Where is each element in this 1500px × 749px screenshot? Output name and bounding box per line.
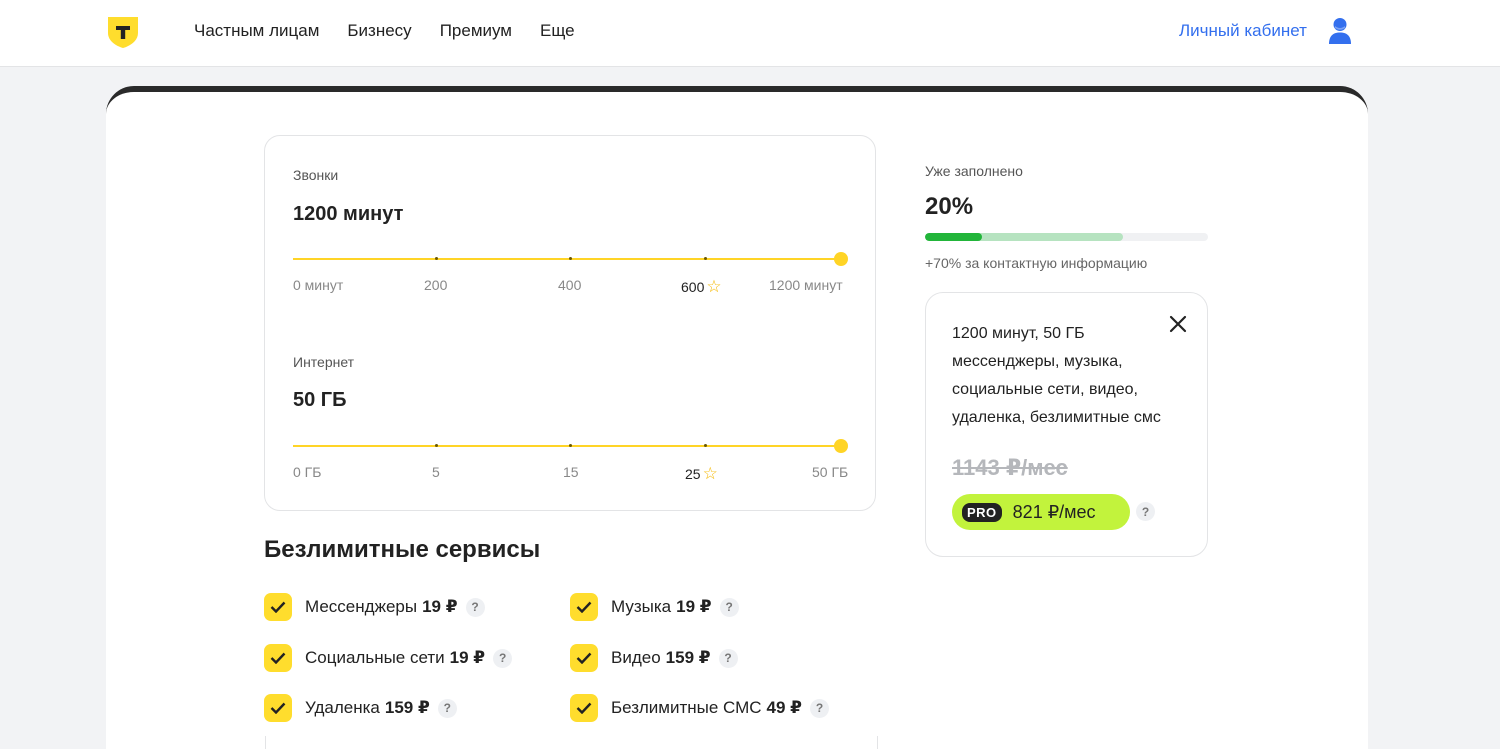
check-icon bbox=[270, 601, 286, 613]
help-icon[interactable]: ? bbox=[437, 698, 457, 718]
service-item-messengers: Мессенджеры 19 ₽ ? bbox=[264, 593, 485, 621]
calls-slider[interactable] bbox=[293, 252, 848, 266]
profile-progress-hint: +70% за контактную информацию bbox=[925, 255, 1148, 271]
summary-line: социальные сети, видео, bbox=[952, 381, 1138, 398]
calls-slider-tick bbox=[435, 257, 438, 260]
service-price: 159 ₽ bbox=[665, 648, 711, 667]
summary-line: мессенджеры, музыка, bbox=[952, 353, 1123, 370]
internet-slider-tick bbox=[704, 444, 707, 447]
tariff-sliders-panel: Звонки 1200 минут 0 минут 200 400 600 ☆ 1… bbox=[264, 135, 876, 511]
star-icon: ☆ bbox=[702, 464, 718, 483]
personal-account-link[interactable]: Личный кабинет bbox=[1179, 21, 1307, 41]
calls-slider-tick bbox=[704, 257, 707, 260]
internet-tick-label[interactable]: 5 bbox=[432, 464, 440, 480]
calls-value: 1200 минут bbox=[293, 203, 404, 225]
calls-slider-handle[interactable] bbox=[834, 252, 848, 266]
service-price: 19 ₽ bbox=[676, 597, 712, 616]
star-icon: ☆ bbox=[706, 277, 722, 296]
calls-tick-label[interactable]: 400 bbox=[558, 277, 581, 293]
calls-tick-label[interactable]: 200 bbox=[424, 277, 447, 293]
top-header: Частным лицам Бизнесу Премиум Еще Личный… bbox=[0, 0, 1500, 67]
pro-price-pill[interactable]: PRO 821 ₽/мес bbox=[952, 494, 1130, 530]
service-price: 19 ₽ bbox=[449, 648, 486, 667]
internet-slider[interactable] bbox=[293, 439, 848, 453]
nav-item-business[interactable]: Бизнесу bbox=[347, 21, 411, 41]
internet-tick-label[interactable]: 15 bbox=[563, 464, 579, 480]
internet-slider-handle[interactable] bbox=[834, 439, 848, 453]
check-icon bbox=[270, 702, 286, 714]
calls-tick-label[interactable]: 0 минут bbox=[293, 277, 343, 293]
service-name: Безлимитные СМС bbox=[611, 698, 762, 717]
nav-item-premium[interactable]: Премиум bbox=[440, 21, 512, 41]
close-icon[interactable] bbox=[1167, 313, 1189, 335]
service-price: 49 ₽ bbox=[766, 698, 803, 717]
nav-item-private[interactable]: Частным лицам bbox=[194, 21, 319, 41]
check-icon bbox=[270, 652, 286, 664]
internet-slider-tick bbox=[435, 444, 438, 447]
help-icon[interactable]: ? bbox=[810, 698, 830, 718]
summary-line: удаленка, безлимитные смс bbox=[952, 409, 1161, 426]
service-name: Удаленка bbox=[305, 698, 380, 717]
internet-tick-label[interactable]: 0 ГБ bbox=[293, 464, 321, 480]
profile-filled-label: Уже заполнено bbox=[925, 163, 1023, 179]
bank-logo-icon[interactable] bbox=[106, 15, 140, 49]
service-name: Музыка bbox=[611, 597, 672, 616]
service-item-video: Видео 159 ₽ ? bbox=[570, 644, 738, 672]
tariff-summary-text: 1200 минут, 50 ГБ мессенджеры, музыка, с… bbox=[952, 320, 1184, 432]
calls-slider-tick bbox=[569, 257, 572, 260]
internet-label: Интернет bbox=[293, 354, 355, 370]
service-item-sms: Безлимитные СМС 49 ₽ ? bbox=[570, 694, 830, 722]
help-icon[interactable]: ? bbox=[1136, 502, 1155, 521]
internet-value: 50 ГБ bbox=[293, 389, 347, 411]
help-icon[interactable]: ? bbox=[465, 597, 485, 617]
summary-line: 1200 минут, 50 ГБ bbox=[952, 325, 1085, 342]
checkbox-checked[interactable] bbox=[570, 593, 598, 621]
checkbox-checked[interactable] bbox=[570, 644, 598, 672]
service-name: Мессенджеры bbox=[305, 597, 418, 616]
service-price: 19 ₽ bbox=[422, 597, 458, 616]
service-item-remote-work: Удаленка 159 ₽ ? bbox=[264, 694, 457, 722]
profile-progress-bar bbox=[925, 233, 1208, 241]
service-name: Видео bbox=[611, 648, 661, 667]
internet-slider-tick bbox=[569, 444, 572, 447]
service-name: Социальные сети bbox=[305, 648, 445, 667]
service-item-social: Социальные сети 19 ₽ ? bbox=[264, 644, 513, 672]
checkbox-checked[interactable] bbox=[264, 593, 292, 621]
check-icon bbox=[576, 702, 592, 714]
user-icon[interactable] bbox=[1328, 17, 1352, 45]
calls-tick-label-recommended[interactable]: 600 ☆ bbox=[681, 277, 722, 297]
nav-item-more[interactable]: Еще bbox=[540, 21, 575, 41]
calls-tick-label[interactable]: 1200 минут bbox=[769, 277, 843, 293]
internet-tick-label-recommended[interactable]: 25 ☆ bbox=[685, 464, 718, 484]
service-item-music: Музыка 19 ₽ ? bbox=[570, 593, 739, 621]
pro-price: 821 ₽/мес bbox=[1012, 501, 1096, 522]
unlimited-services-title: Безлимитные сервисы bbox=[264, 536, 541, 563]
service-price: 159 ₽ bbox=[384, 698, 430, 717]
help-icon[interactable]: ? bbox=[719, 597, 739, 617]
panel-border-edge bbox=[877, 736, 878, 749]
tariff-summary-card: 1200 минут, 50 ГБ мессенджеры, музыка, с… bbox=[925, 292, 1208, 557]
help-icon[interactable]: ? bbox=[493, 648, 513, 668]
old-price: 1143 ₽/мес bbox=[952, 455, 1068, 480]
check-icon bbox=[576, 601, 592, 613]
internet-tick-label[interactable]: 50 ГБ bbox=[812, 464, 848, 480]
checkbox-checked[interactable] bbox=[264, 694, 292, 722]
profile-progress-fill bbox=[925, 233, 982, 241]
checkbox-checked[interactable] bbox=[570, 694, 598, 722]
help-icon[interactable]: ? bbox=[718, 648, 738, 668]
check-icon bbox=[576, 652, 592, 664]
pro-badge: PRO bbox=[962, 502, 1002, 522]
main-nav: Частным лицам Бизнесу Премиум Еще bbox=[194, 21, 575, 41]
profile-filled-value: 20% bbox=[925, 193, 974, 220]
panel-border-edge bbox=[265, 736, 266, 749]
checkbox-checked[interactable] bbox=[264, 644, 292, 672]
calls-label: Звонки bbox=[293, 167, 339, 183]
